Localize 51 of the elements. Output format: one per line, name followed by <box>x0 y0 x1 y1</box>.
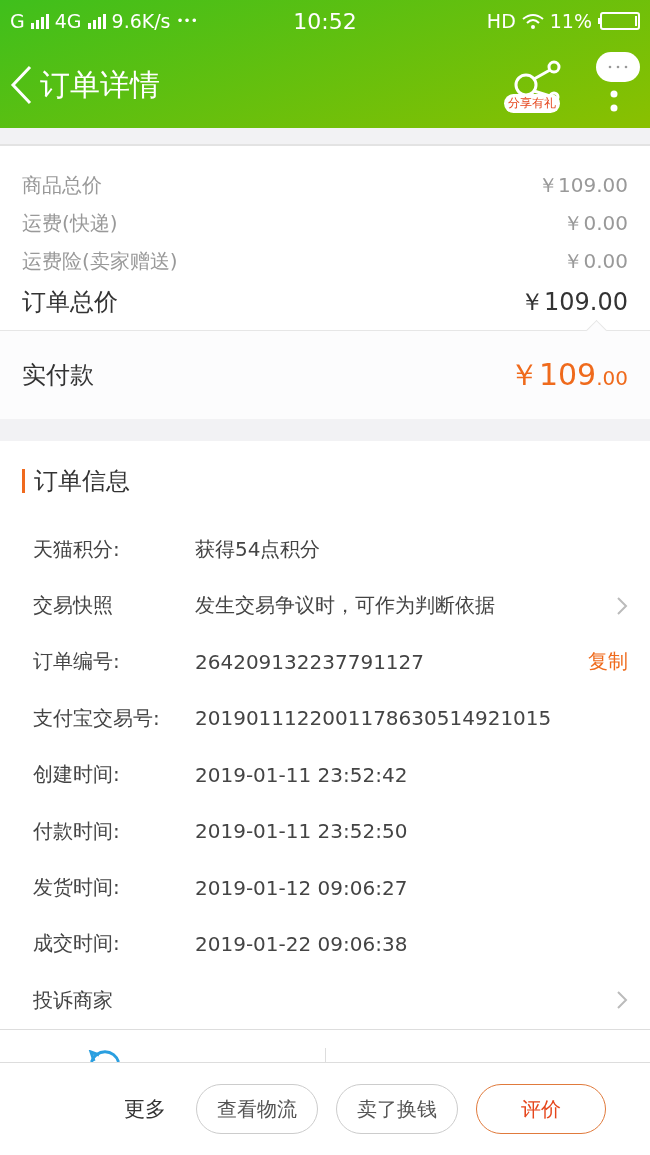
price-value: ￥109.00 <box>520 287 628 318</box>
back-icon[interactable] <box>10 65 32 105</box>
info-value: 2019011122001178630514921015 <box>195 706 552 731</box>
price-label: 订单总价 <box>22 287 118 318</box>
chevron-right-icon <box>616 595 628 616</box>
price-label: 商品总价 <box>22 171 102 199</box>
battery-percent: 11% <box>549 10 592 32</box>
more-menu-icon[interactable] <box>610 90 618 112</box>
more-button[interactable]: 更多 <box>124 1095 166 1123</box>
info-label: 付款时间: <box>33 817 121 845</box>
action-button[interactable]: 查看物流 <box>196 1084 318 1134</box>
info-value: 2019-01-11 23:52:50 <box>195 819 408 844</box>
network-label: G <box>10 10 25 32</box>
signal-icon <box>30 13 49 29</box>
signal-icon <box>87 13 106 29</box>
battery-icon <box>598 12 640 30</box>
message-icon[interactable] <box>596 52 640 82</box>
paid-amount: ￥109.00 <box>508 355 628 394</box>
info-label: 天猫积分: <box>33 535 121 563</box>
share-reward-badge[interactable]: 分享有礼 <box>504 94 560 113</box>
info-label: 发货时间: <box>33 874 121 902</box>
info-value: 2019-01-12 09:06:27 <box>195 875 408 900</box>
info-label: 成交时间: <box>33 930 121 958</box>
info-value: 264209132237791127 <box>195 649 425 674</box>
info-value: 发生交易争议时，可作为判断依据 <box>195 593 495 618</box>
info-label: 订单编号: <box>33 648 121 676</box>
review-button[interactable]: 评价 <box>476 1084 606 1134</box>
chevron-right-icon <box>616 990 628 1011</box>
price-value: ￥0.00 <box>563 247 628 275</box>
price-label: 运费险(卖家赠送) <box>22 247 178 275</box>
network-label: 4G <box>54 10 82 32</box>
chat-icon <box>88 1049 122 1062</box>
info-value: 2019-01-22 09:06:38 <box>195 931 408 956</box>
info-label: 创建时间: <box>33 761 121 789</box>
action-button[interactable]: 卖了换钱 <box>336 1084 458 1134</box>
page-title: 订单详情 <box>40 65 161 104</box>
price-label: 运费(快递) <box>22 209 118 237</box>
paid-label: 实付款 <box>22 360 94 391</box>
info-label[interactable]: 投诉商家 <box>33 986 195 1014</box>
network-speed: 9.6K/s <box>111 10 171 32</box>
info-label: 支付宝交易号: <box>33 704 161 732</box>
info-value: 获得54点积分 <box>195 536 321 561</box>
section-title: 订单信息 <box>34 466 130 497</box>
wifi-icon <box>521 13 544 29</box>
price-value: ￥109.00 <box>538 171 628 199</box>
info-value: 2019-01-11 23:52:42 <box>195 762 408 787</box>
status-time: 10:52 <box>293 8 357 34</box>
price-value: ￥0.00 <box>563 209 628 237</box>
hd-label: HD <box>486 10 516 32</box>
more-indicator: ••• <box>176 14 198 28</box>
info-label[interactable]: 交易快照 <box>33 592 195 620</box>
